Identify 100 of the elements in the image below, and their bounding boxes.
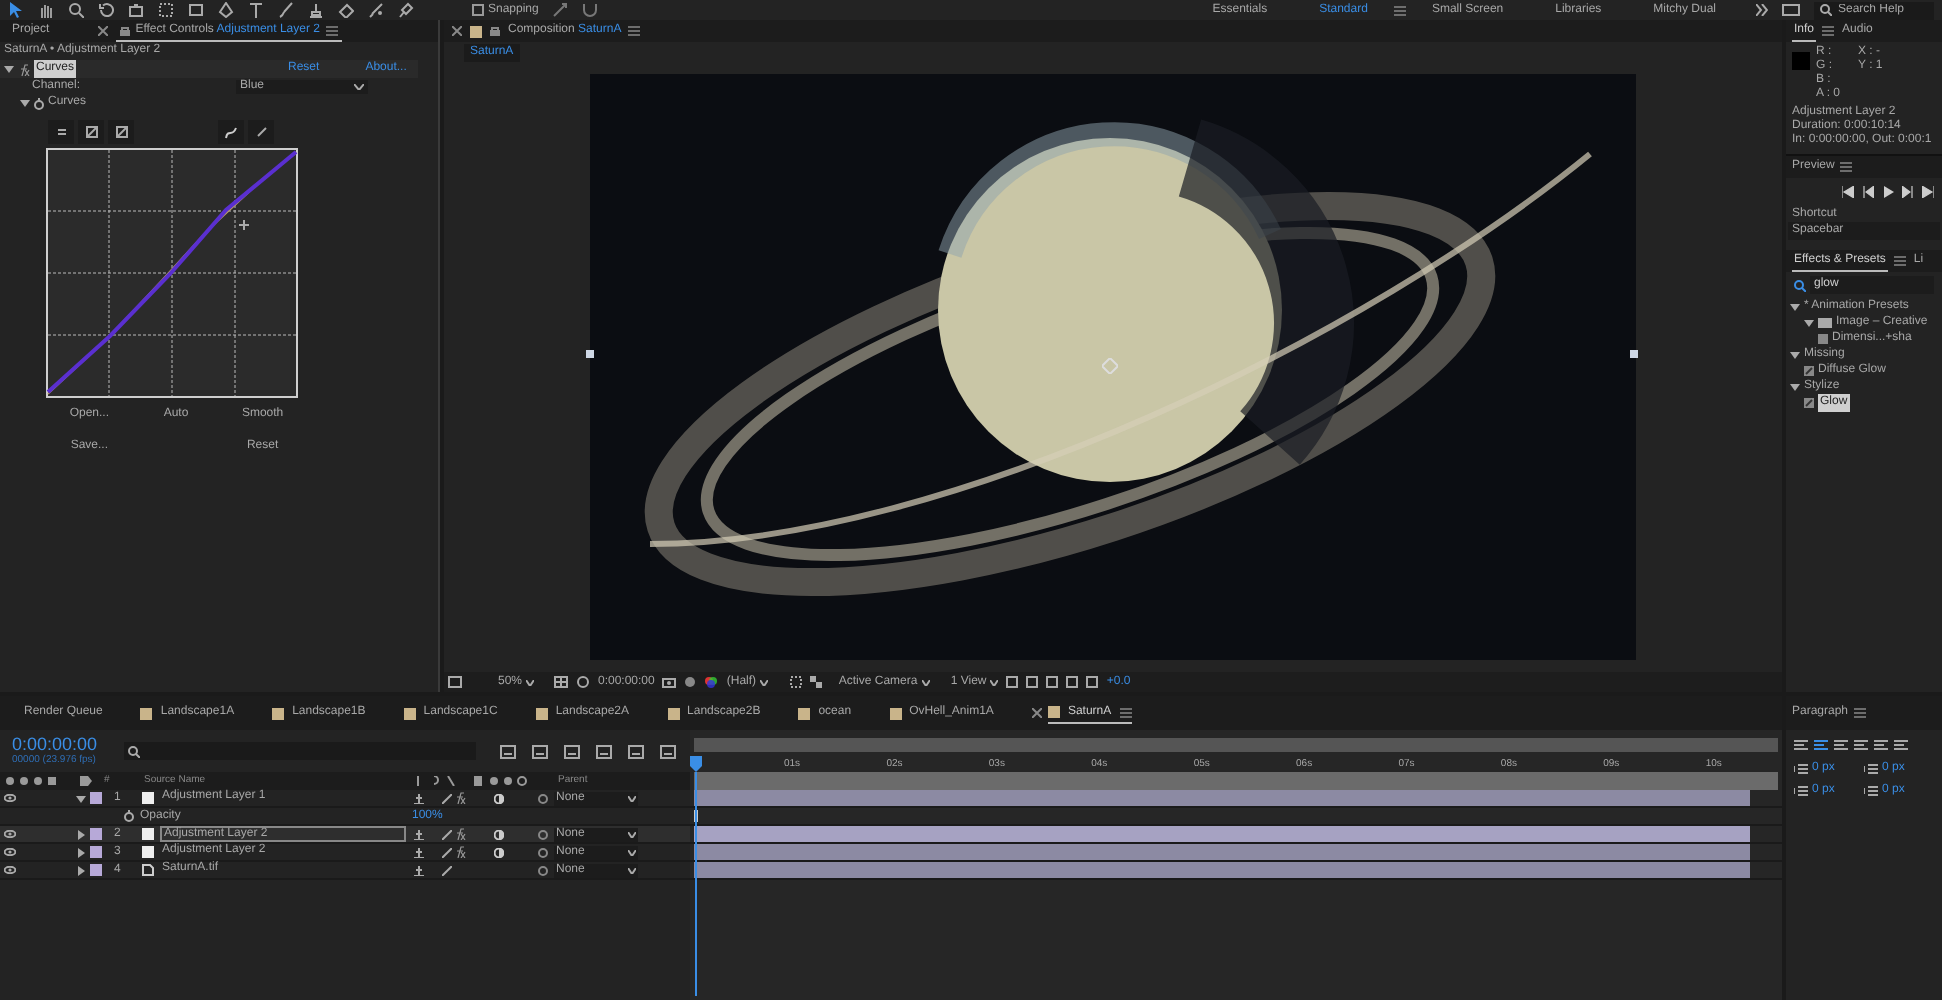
zoom-icon[interactable] (68, 2, 84, 18)
rectangle-icon[interactable] (188, 2, 204, 18)
adjustment-layer-icon[interactable] (494, 847, 504, 857)
eye-icon[interactable] (4, 848, 16, 856)
channel-mode-icon[interactable] (55, 126, 67, 138)
motion-blur-icon[interactable] (628, 743, 646, 759)
menu-icon[interactable] (1840, 162, 1853, 172)
align-text-icon[interactable] (1794, 740, 1808, 752)
menu-icon[interactable] (325, 25, 338, 35)
expand-triangle-icon[interactable] (76, 793, 86, 803)
label-swatch-icon[interactable] (90, 828, 102, 840)
pencil-icon[interactable] (255, 126, 267, 138)
selection-handle-icon[interactable] (1630, 350, 1638, 358)
current-time[interactable]: 0:00:00:00 (12, 736, 116, 754)
frame-icon[interactable] (448, 676, 462, 688)
layer-search-field[interactable] (124, 742, 476, 760)
adjustment-layer-icon[interactable] (494, 793, 504, 803)
camera-icon[interactable] (128, 2, 144, 18)
frame-blend-icon[interactable] (596, 743, 614, 759)
footage-file-icon (142, 864, 154, 876)
transparency-grid-icon[interactable] (810, 676, 823, 688)
shy-switch-icon[interactable] (414, 865, 424, 875)
region-icon[interactable] (790, 676, 803, 688)
exposure-icon[interactable] (1086, 676, 1099, 688)
chevron-down-icon (628, 867, 636, 873)
skip-forward-icon[interactable] (1922, 186, 1934, 198)
mask-icon[interactable] (576, 676, 590, 688)
render-icon[interactable] (1046, 676, 1059, 688)
eye-icon[interactable] (4, 830, 16, 838)
snap-options-icon[interactable] (552, 2, 569, 18)
shy-icon[interactable] (564, 743, 582, 759)
close-icon[interactable] (97, 26, 108, 36)
snapshot-icon[interactable] (684, 676, 697, 688)
selection-handle-icon[interactable] (586, 350, 594, 358)
cursor-icon[interactable] (8, 2, 24, 18)
adjustment-layer-icon[interactable] (494, 829, 504, 839)
align-text-icon[interactable] (1894, 740, 1908, 752)
close-icon[interactable] (452, 26, 462, 36)
draft-3d-icon[interactable] (532, 743, 550, 759)
composition-mini-icon[interactable] (500, 743, 518, 759)
brush-icon[interactable] (278, 2, 294, 18)
shy-switch-icon[interactable] (414, 793, 424, 803)
align-text-icon[interactable] (1854, 740, 1868, 752)
align-text-icon[interactable] (1814, 740, 1828, 752)
camera-snapshot-icon[interactable] (662, 676, 677, 688)
collapse-triangle-icon[interactable] (76, 847, 86, 857)
fx-icon[interactable] (454, 792, 466, 804)
shy-switch-icon[interactable] (414, 829, 424, 839)
shy-switch-icon[interactable] (414, 847, 424, 857)
resize-large-icon[interactable] (115, 126, 127, 138)
graph-editor-icon[interactable] (660, 743, 678, 759)
layout-icon[interactable] (1006, 676, 1019, 688)
fx-icon[interactable] (454, 846, 466, 858)
play-icon[interactable] (1882, 186, 1894, 198)
expand-triangle-icon[interactable] (4, 64, 14, 74)
roto-brush-icon[interactable] (368, 2, 384, 18)
expand-triangle-icon[interactable] (1804, 317, 1814, 327)
menu-icon[interactable] (1854, 708, 1867, 718)
align-text-icon[interactable] (1834, 740, 1848, 752)
label-swatch-icon[interactable] (90, 864, 102, 876)
stopwatch-icon[interactable] (124, 810, 134, 822)
pen-icon[interactable] (218, 2, 234, 18)
parent-pickwhip-icon[interactable] (538, 793, 548, 803)
expand-triangle-icon[interactable] (1790, 301, 1800, 311)
collapse-triangle-icon[interactable] (76, 865, 86, 875)
label-swatch-icon[interactable] (90, 846, 102, 858)
menu-icon[interactable] (1893, 256, 1906, 266)
collapse-triangle-icon[interactable] (76, 829, 86, 839)
align-text-icon[interactable] (1874, 740, 1888, 752)
rotate-icon[interactable] (98, 2, 114, 18)
close-icon[interactable] (1031, 708, 1042, 718)
quality-switch-icon[interactable] (442, 793, 452, 803)
pin-icon[interactable] (398, 2, 414, 18)
magnet-icon[interactable] (582, 2, 599, 18)
skip-back-icon[interactable] (1842, 186, 1854, 198)
resize-small-icon[interactable] (85, 126, 97, 138)
type-tool-icon[interactable] (248, 2, 264, 18)
eye-icon[interactable] (4, 866, 16, 874)
label-swatch-icon[interactable] (90, 792, 102, 804)
expand-triangle-icon[interactable] (1790, 381, 1800, 391)
eraser-icon[interactable] (338, 2, 354, 18)
label-swatch-icon (798, 707, 811, 719)
stamp-icon[interactable] (308, 2, 324, 18)
menu-icon[interactable] (1822, 26, 1835, 36)
expand-triangle-icon[interactable] (1790, 349, 1800, 359)
playhead-icon[interactable] (690, 756, 702, 996)
expand-triangle-icon[interactable] (20, 98, 30, 108)
toggle-icon[interactable] (1026, 676, 1039, 688)
step-back-icon[interactable] (1862, 186, 1874, 198)
more-chevron-icon[interactable] (1756, 4, 1768, 16)
step-forward-icon[interactable] (1902, 186, 1914, 198)
flowchart-icon[interactable] (1066, 676, 1079, 688)
bezier-curve-icon[interactable] (224, 125, 238, 139)
menu-icon[interactable] (1393, 5, 1406, 15)
eye-icon[interactable] (4, 794, 16, 802)
menu-icon[interactable] (627, 26, 640, 36)
monitor-icon[interactable] (1782, 4, 1800, 16)
grid-icon[interactable] (554, 676, 568, 688)
menu-icon[interactable] (1119, 707, 1132, 717)
fx-icon[interactable] (454, 828, 466, 840)
